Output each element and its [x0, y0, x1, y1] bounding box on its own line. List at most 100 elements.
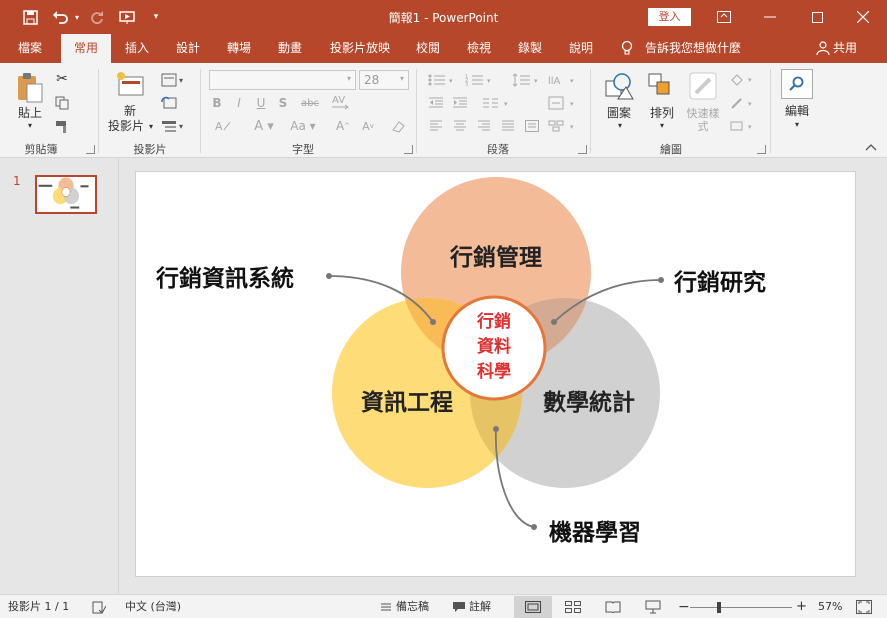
- decrease-indent-icon[interactable]: [426, 94, 446, 112]
- reset-icon[interactable]: [160, 94, 178, 112]
- underline-icon[interactable]: U: [253, 95, 269, 111]
- paste-dropdown-icon[interactable]: ▾: [24, 120, 36, 130]
- zoom-slider-thumb[interactable]: [717, 602, 721, 613]
- tab-home[interactable]: 常用: [61, 34, 111, 63]
- shapes-dropdown-icon[interactable]: ▾: [614, 120, 626, 130]
- notes-icon[interactable]: [380, 599, 392, 615]
- shape-fill-icon[interactable]: ▾: [728, 70, 758, 88]
- new-slide-label-2[interactable]: 投影片: [104, 118, 148, 133]
- close-icon[interactable]: [851, 5, 875, 29]
- italic-icon[interactable]: I: [231, 95, 247, 111]
- align-center-icon[interactable]: [450, 117, 470, 135]
- distributed-icon[interactable]: [522, 117, 542, 135]
- share-button[interactable]: 共用: [833, 34, 865, 63]
- arrange-icon[interactable]: [646, 70, 676, 102]
- drawing-launcher-icon[interactable]: [757, 145, 766, 154]
- connector-dot: [658, 277, 664, 283]
- arrange-dropdown-icon[interactable]: ▾: [656, 120, 668, 130]
- tell-me-box[interactable]: 告訴我您想做什麼: [645, 34, 775, 63]
- slide[interactable]: 行銷管理 資訊工程 數學統計 行銷 資料 科學 行銷資訊系統 行銷研究 機器學習: [135, 171, 856, 577]
- font-name-combo[interactable]: ▾: [209, 70, 356, 90]
- normal-view-icon[interactable]: [514, 596, 552, 618]
- new-slide-label-1[interactable]: 新: [108, 103, 152, 118]
- copy-icon[interactable]: [53, 94, 71, 112]
- comments-icon[interactable]: [452, 599, 466, 615]
- section-icon[interactable]: ▾: [160, 117, 190, 135]
- editing-dropdown-icon[interactable]: ▾: [791, 119, 803, 129]
- cut-icon[interactable]: ✂: [53, 70, 71, 88]
- quick-styles-label-2[interactable]: 式: [681, 119, 725, 133]
- tab-help[interactable]: 說明: [559, 34, 603, 63]
- tab-animations[interactable]: 動畫: [268, 34, 312, 63]
- justify-icon[interactable]: [498, 117, 518, 135]
- increase-indent-icon[interactable]: [450, 94, 470, 112]
- tab-file[interactable]: 檔案: [5, 34, 55, 63]
- sign-in-button[interactable]: 登入: [648, 8, 691, 26]
- tab-view[interactable]: 檢視: [457, 34, 501, 63]
- shapes-icon[interactable]: [603, 70, 635, 102]
- format-painter-icon[interactable]: [53, 117, 71, 135]
- zoom-in-button[interactable]: +: [796, 599, 807, 615]
- zoom-out-button[interactable]: −: [678, 599, 690, 615]
- comments-button[interactable]: 註解: [469, 599, 491, 615]
- shapes-label[interactable]: 圖案: [599, 105, 639, 120]
- share-icon[interactable]: [815, 34, 831, 63]
- align-text-icon[interactable]: ▾: [547, 94, 579, 112]
- fit-slide-icon[interactable]: [856, 599, 872, 615]
- collapse-ribbon-icon[interactable]: [864, 141, 878, 153]
- increase-font-size-icon[interactable]: A ^: [333, 117, 353, 135]
- tab-record[interactable]: 錄製: [508, 34, 552, 63]
- text-direction-icon[interactable]: llA ▾: [547, 71, 579, 89]
- editing-label[interactable]: 編輯: [777, 103, 817, 118]
- arrange-label[interactable]: 排列: [642, 105, 682, 120]
- tab-slideshow[interactable]: 投影片放映: [322, 34, 398, 63]
- layout-icon[interactable]: ▾: [160, 71, 188, 89]
- line-spacing-icon[interactable]: ▾: [511, 71, 543, 89]
- slide-thumbnail[interactable]: [35, 175, 97, 214]
- font-launcher-icon[interactable]: [404, 145, 413, 154]
- font-color-icon[interactable]: A ▾: [250, 117, 278, 135]
- find-icon[interactable]: [781, 69, 813, 99]
- tab-review[interactable]: 校閱: [406, 34, 450, 63]
- font-size-combo[interactable]: 28 ▾: [359, 70, 409, 90]
- strikethrough-icon[interactable]: abc: [297, 95, 323, 111]
- spelling-check-icon[interactable]: [92, 599, 106, 615]
- bold-icon[interactable]: B: [209, 95, 225, 111]
- svg-text:▾: ▾: [748, 100, 752, 108]
- notes-button[interactable]: 備忘稿: [396, 599, 429, 615]
- columns-icon[interactable]: ▾: [481, 94, 513, 112]
- ribbon-display-options-icon[interactable]: [712, 5, 736, 29]
- paste-label[interactable]: 貼上: [10, 105, 50, 120]
- language-indicator[interactable]: 中文 (台灣): [125, 599, 181, 615]
- paragraph-launcher-icon[interactable]: [578, 145, 587, 154]
- convert-smartart-icon[interactable]: ▾: [547, 117, 579, 135]
- tab-design[interactable]: 設計: [166, 34, 210, 63]
- change-case-icon[interactable]: Aa ▾: [286, 117, 320, 135]
- tab-insert[interactable]: 插入: [115, 34, 159, 63]
- new-slide-icon[interactable]: [114, 70, 146, 100]
- slideshow-view-icon[interactable]: [645, 599, 661, 615]
- align-right-icon[interactable]: [474, 117, 494, 135]
- align-left-icon[interactable]: [426, 117, 446, 135]
- zoom-slider[interactable]: [690, 599, 792, 615]
- slide-sorter-icon[interactable]: [565, 599, 581, 615]
- text-shadow-icon[interactable]: S: [275, 95, 291, 111]
- tab-transitions[interactable]: 轉場: [217, 34, 261, 63]
- shape-outline-icon[interactable]: ▾: [728, 94, 758, 112]
- new-slide-dropdown-icon[interactable]: ▾: [146, 120, 156, 132]
- clipboard-launcher-icon[interactable]: [86, 145, 95, 154]
- minimize-icon[interactable]: [758, 5, 782, 29]
- maximize-icon[interactable]: [805, 5, 829, 29]
- zoom-level[interactable]: 57%: [818, 599, 842, 615]
- font-group-label: 字型: [292, 143, 314, 156]
- clear-all-formatting-icon[interactable]: [388, 117, 408, 135]
- reading-view-icon[interactable]: [605, 599, 621, 615]
- bullets-icon[interactable]: ▾: [426, 71, 458, 89]
- decrease-font-size-icon[interactable]: Av: [358, 117, 378, 135]
- character-spacing-icon[interactable]: AV: [329, 93, 355, 111]
- clear-formatting-icon[interactable]: A: [213, 117, 239, 135]
- numbering-icon[interactable]: 1 2 3 ▾: [464, 71, 496, 89]
- shape-effects-icon[interactable]: ▾: [728, 117, 758, 135]
- quick-styles-icon[interactable]: [687, 70, 719, 102]
- paste-icon[interactable]: [14, 71, 46, 103]
